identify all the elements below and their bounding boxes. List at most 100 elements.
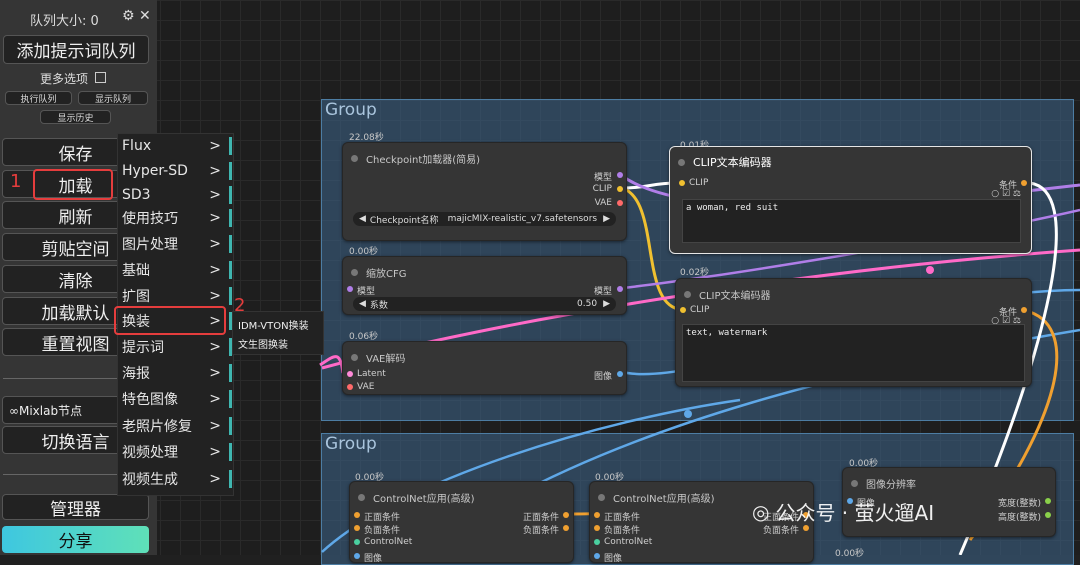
port-dot-icon[interactable] — [617, 286, 623, 292]
vae-decode-node[interactable]: VAE解码 Latent VAE 图像 — [342, 341, 627, 395]
multiplier-slider[interactable]: ◀ 系数 0.50 ▶ — [353, 297, 616, 311]
collapse-dot-icon[interactable] — [678, 158, 685, 166]
port-dot-icon[interactable] — [347, 286, 353, 292]
menu-item[interactable]: Hyper-SD > — [117, 158, 232, 184]
highlight-box — [114, 306, 226, 335]
port-dot-icon[interactable] — [594, 539, 600, 545]
port-dot-icon[interactable] — [617, 172, 623, 178]
submenu-item-idm-vton[interactable]: IDM-VTON换装 — [238, 317, 309, 332]
port-dot-icon[interactable] — [563, 525, 569, 531]
checkpoint-loader-node[interactable]: Checkpoint加载器(简易) 模型 CLIP VAE ◀ Checkpoi… — [342, 142, 627, 241]
chevron-right-icon: > — [209, 288, 221, 304]
chevron-right-icon: > — [209, 391, 221, 407]
show-queue-button[interactable]: 显示队列 — [78, 91, 148, 105]
menu-item[interactable]: 使用技巧 > — [117, 205, 232, 231]
node-toggle-icons[interactable]: ○ ☑ ⚖ — [991, 189, 1021, 199]
close-icon[interactable]: ✕ — [139, 8, 151, 24]
collapse-dot-icon[interactable] — [358, 493, 365, 501]
port-dot-icon[interactable] — [617, 200, 623, 206]
port-dot-icon[interactable] — [354, 553, 360, 559]
menu-item[interactable]: 图片处理 > — [117, 231, 232, 257]
share-button[interactable]: 分享 — [2, 526, 149, 553]
scale-cfg-node[interactable]: 缩放CFG 模型 模型 ◀ 系数 0.50 ▶ — [342, 256, 627, 315]
port-dot-icon[interactable] — [1045, 512, 1051, 518]
checkbox-icon[interactable] — [94, 72, 106, 83]
link-reroute-dot — [926, 266, 934, 274]
output-model: 模型 — [593, 287, 612, 297]
run-queue-button[interactable]: 执行队列 — [5, 91, 72, 105]
collapse-dot-icon[interactable] — [351, 353, 358, 361]
node-title: 图像分辨率 — [851, 474, 1047, 492]
node-timing: 0.00秒 — [835, 549, 865, 559]
menu-item[interactable]: 特色图像 > — [117, 386, 232, 412]
prompt-textarea[interactable]: a woman, red suit — [682, 199, 1021, 243]
port-dot-icon[interactable] — [617, 371, 623, 377]
chevron-right-icon: > — [209, 471, 221, 487]
chevron-right-icon: > — [209, 236, 221, 252]
chevron-right-icon: > — [209, 163, 221, 179]
output-width: 宽度(整数) — [997, 499, 1041, 509]
port-dot-icon[interactable] — [1021, 180, 1027, 186]
port-dot-icon[interactable] — [354, 512, 360, 518]
menu-item[interactable]: 基础 > — [117, 257, 232, 283]
annotation-number: 1 — [10, 171, 22, 192]
prompt-textarea[interactable]: text, watermark — [682, 324, 1025, 382]
manager-button[interactable]: 管理器 — [2, 494, 149, 520]
right-arrow-icon[interactable]: ▶ — [603, 299, 610, 309]
menu-item[interactable]: Flux > — [117, 133, 232, 159]
menu-item[interactable]: 视频生成 > — [117, 466, 232, 492]
menu-item-label: 海报 — [122, 366, 150, 382]
input-negative: 负面条件 — [604, 526, 641, 536]
output-clip: CLIP — [592, 184, 612, 194]
input-clip: CLIP — [690, 305, 710, 315]
more-options-checkbox[interactable]: 更多选项 — [40, 70, 106, 87]
controlnet-apply-node[interactable]: ControlNet应用(高级) 正面条件 负面条件 ControlNet 图像… — [349, 481, 574, 564]
show-history-button[interactable]: 显示历史 — [40, 110, 111, 124]
port-dot-icon[interactable] — [347, 384, 353, 390]
collapse-dot-icon[interactable] — [684, 290, 691, 298]
menu-item-accent-bar — [229, 470, 232, 488]
menu-item-accent-bar — [229, 186, 232, 204]
queue-size-label: 队列大小: 0 — [30, 14, 99, 29]
clip-text-encode-positive-node[interactable]: CLIP文本编码器 CLIP 条件 ○ ☑ ⚖ a woman, red sui… — [669, 146, 1032, 254]
chevron-right-icon: > — [209, 187, 221, 203]
port-dot-icon[interactable] — [347, 371, 353, 377]
clip-text-encode-negative-node[interactable]: CLIP文本编码器 CLIP 条件 ○ ☑ ⚖ text, watermark — [675, 278, 1032, 387]
chevron-right-icon: > — [209, 138, 221, 154]
widget-label: 系数 — [369, 300, 388, 311]
port-dot-icon[interactable] — [1045, 498, 1051, 504]
collapse-dot-icon[interactable] — [851, 479, 858, 487]
port-dot-icon[interactable] — [1021, 307, 1027, 313]
input-controlnet: ControlNet — [364, 537, 413, 547]
menu-item-label: Hyper-SD — [122, 163, 188, 179]
add-prompt-queue-button[interactable]: 添加提示词队列 — [3, 35, 149, 64]
port-dot-icon[interactable] — [594, 512, 600, 518]
menu-item[interactable]: 视频处理 > — [117, 439, 232, 465]
port-dot-icon[interactable] — [617, 186, 623, 192]
menu-item[interactable]: 老照片修复 > — [117, 413, 232, 439]
collapse-dot-icon[interactable] — [598, 493, 605, 501]
port-dot-icon[interactable] — [563, 512, 569, 518]
chevron-right-icon: > — [209, 444, 221, 460]
port-dot-icon[interactable] — [680, 307, 686, 313]
right-arrow-icon[interactable]: ▶ — [603, 214, 610, 224]
port-dot-icon[interactable] — [354, 525, 360, 531]
node-title-text: CLIP文本编码器 — [699, 290, 771, 302]
port-dot-icon[interactable] — [679, 180, 685, 186]
menu-item[interactable]: 提示词 > — [117, 334, 232, 360]
left-arrow-icon[interactable]: ◀ — [359, 214, 366, 224]
collapse-dot-icon[interactable] — [351, 154, 358, 162]
node-title-text: ControlNet应用(高级) — [373, 493, 475, 505]
left-arrow-icon[interactable]: ◀ — [359, 299, 366, 309]
port-dot-icon[interactable] — [354, 539, 360, 545]
widget-value: majicMIX-realistic_v7.safetensors — [447, 214, 598, 224]
collapse-dot-icon[interactable] — [351, 268, 358, 276]
gear-icon[interactable]: ⚙ — [122, 8, 135, 24]
menu-item[interactable]: 海报 > — [117, 360, 232, 386]
menu-item-label: 图片处理 — [122, 237, 178, 253]
port-dot-icon[interactable] — [594, 525, 600, 531]
checkpoint-name-combo[interactable]: ◀ Checkpoint名称 majicMIX-realistic_v7.saf… — [353, 212, 616, 226]
submenu-item-text2img-outfit[interactable]: 文生图换装 — [238, 336, 288, 351]
port-dot-icon[interactable] — [594, 553, 600, 559]
output-positive: 正面条件 — [522, 513, 559, 523]
